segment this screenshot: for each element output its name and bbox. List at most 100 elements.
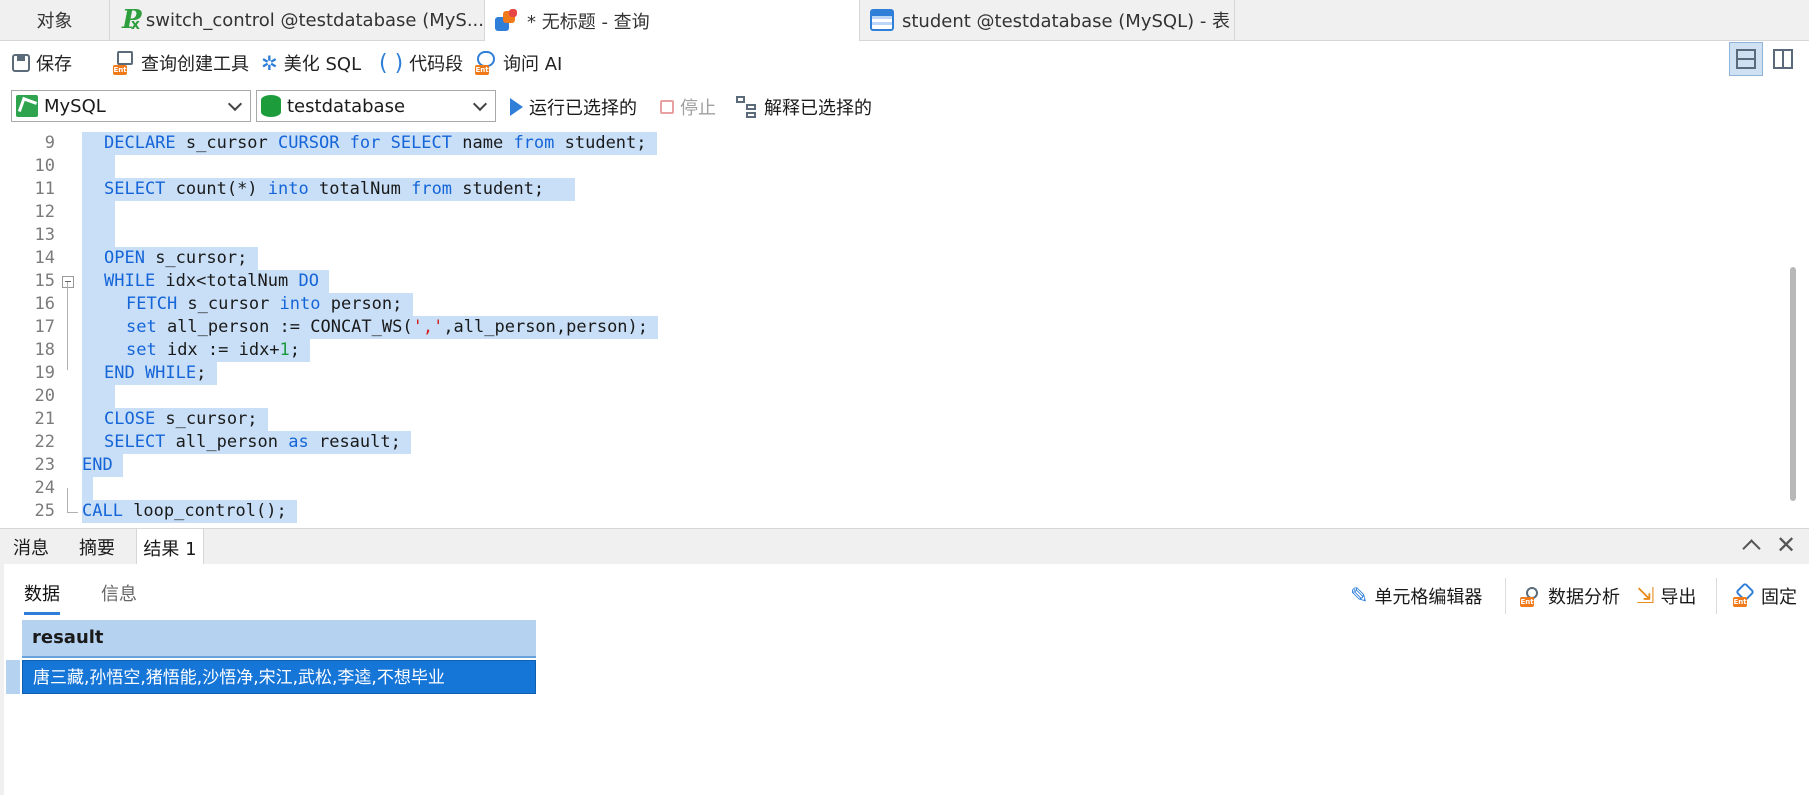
tab-result-1-label: 结果 1	[143, 538, 197, 560]
line-number: 11	[34, 179, 55, 199]
tab-student-table-label: student @testdatabase (MySQL) - 表	[902, 11, 1231, 32]
run-selected-button[interactable]: 运行已选择的	[510, 92, 637, 122]
tab-result-1[interactable]: 结果 1	[136, 529, 204, 566]
ask-ai-button[interactable]: Ent 询问 AI	[475, 47, 562, 79]
tab-messages[interactable]: 消息	[0, 529, 62, 565]
save-icon	[12, 54, 30, 72]
line-number: 15	[34, 271, 55, 291]
export-label: 导出	[1660, 587, 1697, 608]
code-line-10	[82, 155, 115, 178]
grid-cell-selected[interactable]: 唐三藏,孙悟空,猪悟能,沙悟净,宋江,武松,李逵,不想毕业	[22, 660, 536, 694]
table-icon	[870, 9, 894, 31]
line-number: 20	[34, 386, 55, 406]
document-tab-bar: 对象 Px switch_control @testdatabase (MyS.…	[0, 0, 1809, 41]
layout-horizontal-split-button[interactable]	[1729, 42, 1763, 76]
code-line-12	[82, 201, 115, 224]
ask-ai-label: 询问 AI	[503, 54, 563, 75]
tab-untitled-query[interactable]: * 无标题 - 查询	[485, 0, 860, 41]
code-line-13	[82, 224, 115, 247]
pin-label: 固定	[1761, 587, 1797, 608]
code-line-14: OPEN s_cursor;	[82, 247, 258, 270]
code-line-21: CLOSE s_cursor;	[82, 408, 268, 431]
database-icon	[261, 95, 281, 117]
line-number: 17	[34, 317, 55, 337]
line-number: 10	[34, 156, 55, 176]
subtab-info[interactable]: 信息	[101, 580, 137, 612]
code-snippet-label: 代码段	[409, 54, 464, 75]
code-line-20	[82, 385, 115, 408]
code-snippet-button[interactable]: ( ) 代码段	[379, 47, 463, 79]
beautify-sql-button[interactable]: ✲ 美化 SQL	[261, 47, 361, 79]
code-line-23: END	[82, 454, 123, 477]
code-line-15: WHILE idx<totalNum DO	[82, 270, 330, 293]
tab-summary-label: 摘要	[79, 538, 115, 559]
ai-icon: Ent	[475, 51, 497, 75]
mysql-icon	[16, 95, 38, 117]
database-value: testdatabase	[287, 95, 406, 117]
save-button[interactable]: 保存	[12, 47, 72, 79]
data-analysis-button[interactable]: Ent 数据分析	[1520, 580, 1620, 612]
tab-untitled-query-label: * 无标题 - 查询	[527, 11, 650, 33]
code-line-25: CALL loop_control();	[82, 500, 297, 523]
line-number: 22	[34, 432, 55, 452]
connection-type-select[interactable]: MySQL	[11, 90, 251, 122]
tab-summary[interactable]: 摘要	[66, 529, 128, 565]
tab-switch-control[interactable]: Px switch_control @testdatabase (MyS...	[110, 0, 485, 40]
editor-scrollbar[interactable]	[1790, 267, 1796, 501]
query-builder-button[interactable]: Ent 查询创建工具	[113, 47, 249, 79]
code-line-18: set idx := idx+1;	[82, 339, 311, 362]
line-number: 9	[44, 133, 55, 153]
parentheses-icon: ( )	[379, 50, 404, 76]
line-number: 18	[34, 340, 55, 360]
line-number: 12	[34, 202, 55, 222]
split-horizontal-icon	[1736, 49, 1756, 69]
line-number: 21	[34, 409, 55, 429]
grid-cell-value: 唐三藏,孙悟空,猪悟能,沙悟净,宋江,武松,李逵,不想毕业	[33, 668, 445, 688]
line-number: 16	[34, 294, 55, 314]
tab-messages-label: 消息	[13, 538, 49, 559]
explain-selected-button[interactable]: 解释已选择的	[736, 92, 872, 122]
data-analysis-label: 数据分析	[1548, 587, 1620, 608]
cell-editor-button[interactable]: ✎ 单元格编辑器	[1350, 580, 1482, 612]
line-number: 25	[34, 501, 55, 521]
code-line-24	[82, 477, 93, 500]
row-indicator[interactable]	[6, 660, 20, 694]
fold-toggle[interactable]	[62, 276, 74, 288]
layout-vertical-split-button[interactable]	[1766, 42, 1800, 76]
export-icon: ⇲	[1636, 583, 1655, 609]
code-line-16: FETCH s_cursor into person;	[82, 293, 413, 316]
chevron-down-icon	[472, 96, 488, 112]
toolbar-separator	[1505, 578, 1506, 614]
collapse-panel-icon[interactable]	[1742, 539, 1761, 558]
code-line-11: SELECT count(*) into totalNum from stude…	[82, 178, 575, 201]
column-header-resault[interactable]: resault	[22, 620, 536, 658]
query-icon	[495, 8, 519, 33]
subtab-data[interactable]: 数据	[24, 580, 60, 615]
line-number: 23	[34, 455, 55, 475]
tab-objects[interactable]: 对象	[0, 0, 110, 40]
magic-wand-icon: ✲	[261, 51, 278, 75]
connection-type-value: MySQL	[44, 95, 106, 117]
close-panel-icon[interactable]: ✕	[1776, 531, 1796, 559]
chevron-down-icon	[227, 96, 243, 112]
line-number: 13	[34, 225, 55, 245]
line-number: 14	[34, 248, 55, 268]
pin-button[interactable]: Ent 固定	[1733, 580, 1797, 612]
explain-tree-icon	[736, 96, 758, 118]
pin-icon: Ent	[1733, 582, 1755, 607]
export-button[interactable]: ⇲ 导出	[1636, 580, 1696, 612]
code-line-17: set all_person := CONCAT_WS(',',all_pers…	[82, 316, 659, 339]
line-number: 19	[34, 363, 55, 383]
query-builder-label: 查询创建工具	[141, 54, 249, 75]
database-select[interactable]: testdatabase	[256, 90, 496, 122]
sql-editor[interactable]: 9 DECLARE s_cursor CURSOR for SELECT nam…	[0, 132, 1795, 528]
save-label: 保存	[36, 54, 72, 75]
stop-label: 停止	[680, 98, 716, 119]
beautify-sql-label: 美化 SQL	[283, 54, 362, 75]
result-tab-bar: 消息 摘要 结果 1 ✕	[0, 528, 1809, 566]
play-icon	[510, 98, 523, 116]
query-builder-icon: Ent	[113, 51, 135, 75]
tab-student-table[interactable]: student @testdatabase (MySQL) - 表	[860, 0, 1235, 40]
analysis-icon: Ent	[1520, 585, 1542, 607]
stop-button[interactable]: 停止	[660, 92, 716, 122]
